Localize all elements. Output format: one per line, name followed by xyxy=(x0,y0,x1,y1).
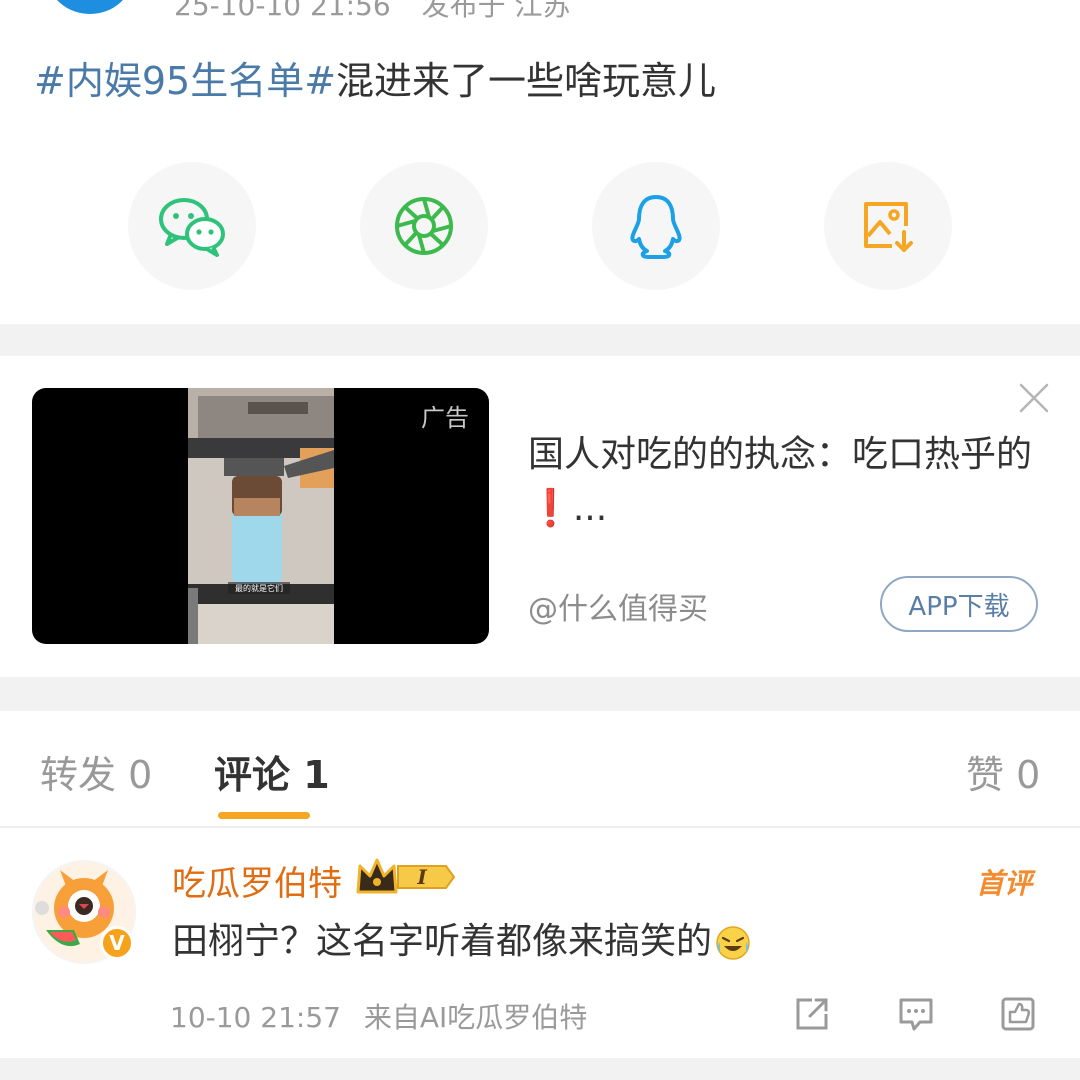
tab-like[interactable]: 赞 0 xyxy=(966,744,1040,799)
qq-icon xyxy=(630,195,682,259)
post-body-text: 混进来了一些啥玩意儿 xyxy=(336,59,717,103)
post-content: #内娱95生名单#混进来了一些啥玩意儿 xyxy=(34,50,716,105)
app-download-button[interactable]: APP下载 xyxy=(880,576,1038,632)
active-tab-indicator xyxy=(218,812,310,819)
moments-icon xyxy=(395,197,453,255)
section-divider xyxy=(0,1058,1080,1080)
tab-comment[interactable]: 评论 1 xyxy=(214,744,330,799)
verified-badge-icon: V xyxy=(100,926,134,960)
ad-source[interactable]: @什么值得买 xyxy=(528,584,708,628)
topic-link[interactable]: #内娱95生名单# xyxy=(34,59,336,103)
comment-time: 10-10 21:57 xyxy=(170,1001,341,1034)
section-divider xyxy=(0,324,1080,356)
share-qq-button[interactable] xyxy=(592,162,720,290)
repost-comment-icon[interactable] xyxy=(792,994,832,1034)
ad-title[interactable]: 国人对吃的的执念：吃口热乎的 ❗... xyxy=(528,428,1038,536)
post-meta: 25-10-10 21:56 发布于 江苏 xyxy=(174,0,593,24)
post-time: 25-10-10 21:56 xyxy=(174,0,391,22)
ad-title-ellipsis: ... xyxy=(572,488,608,529)
share-moments-button[interactable] xyxy=(360,162,488,290)
ad-label: 广告 xyxy=(421,404,469,432)
save-image-icon xyxy=(864,202,913,252)
crown-level-badge-icon: I xyxy=(356,858,456,894)
share-wechat-button[interactable] xyxy=(128,162,256,290)
post-location: 发布于 江苏 xyxy=(421,0,571,22)
author-avatar[interactable] xyxy=(48,0,132,14)
tabs-divider xyxy=(0,826,1080,828)
first-comment-tag: 首评 xyxy=(976,867,1033,900)
like-comment-icon[interactable] xyxy=(998,994,1038,1034)
save-image-button[interactable] xyxy=(824,162,952,290)
comment-meta: 10-10 21:57 来自AI吃瓜罗伯特 xyxy=(170,996,601,1036)
ad-video-thumbnail[interactable]: 最的就是它们 广告 xyxy=(32,388,489,644)
ad-video-caption: 最的就是它们 xyxy=(235,583,283,593)
exclamation-icon: ❗ xyxy=(528,488,573,529)
section-divider xyxy=(0,677,1080,711)
ad-title-text: 国人对吃的的执念：吃口热乎的 xyxy=(528,434,1033,475)
laugh-cry-emoji-icon xyxy=(716,926,750,960)
commenter-name[interactable]: 吃瓜罗伯特 xyxy=(172,856,342,905)
close-icon[interactable] xyxy=(1016,380,1052,416)
wechat-icon xyxy=(159,198,225,257)
level-text: I xyxy=(416,865,427,889)
comment-body: 田栩宁？这名字听着都像来搞笑的 xyxy=(172,921,713,962)
tab-repost[interactable]: 转发 0 xyxy=(40,744,152,799)
coffee-machine-image: 最的就是它们 xyxy=(188,388,334,644)
comment-source: 来自AI吃瓜罗伯特 xyxy=(363,1001,588,1034)
comment-text: 田栩宁？这名字听着都像来搞笑的 xyxy=(172,912,752,964)
reply-comment-icon[interactable] xyxy=(896,994,936,1034)
weibo-post-detail: 25-10-10 21:56 发布于 江苏 #内娱95生名单#混进来了一些啥玩意… xyxy=(0,0,1080,1080)
